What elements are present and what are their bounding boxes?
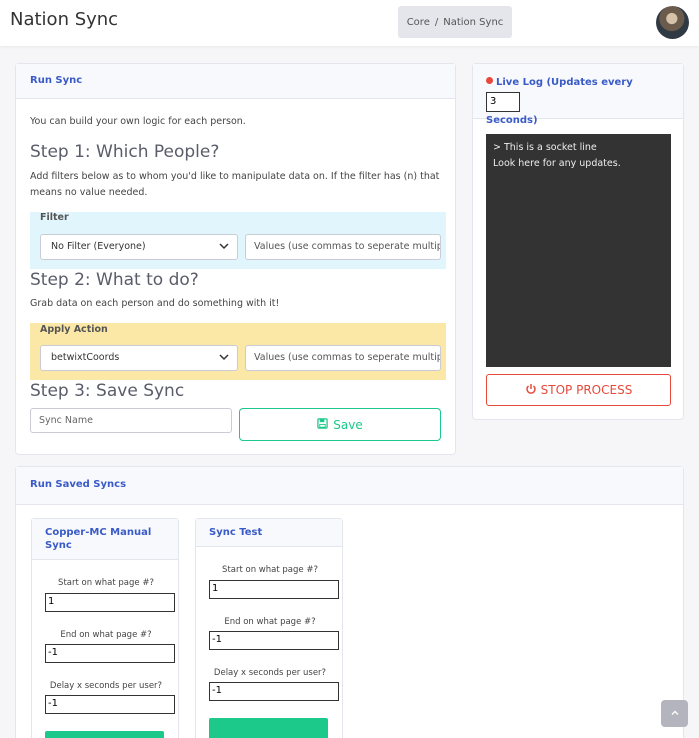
filter-select-value: No Filter (Everyone): [51, 241, 146, 252]
saved-sync-name: Copper-MC Manual Sync: [32, 519, 178, 560]
end-page-label: End on what page #?: [60, 630, 152, 640]
save-button-label: Save: [333, 417, 363, 432]
delay-label: Delay x seconds per user?: [49, 681, 163, 691]
top-bar: Nation Sync Core / Nation Sync: [0, 0, 699, 46]
breadcrumb-separator: /: [434, 16, 439, 28]
chevron-down-icon: [219, 353, 229, 364]
end-page-input[interactable]: -1: [209, 631, 339, 650]
breadcrumb-root[interactable]: Core: [407, 17, 430, 28]
stop-process-button[interactable]: STOP PROCESS: [486, 374, 671, 406]
end-page-input[interactable]: -1: [45, 644, 175, 663]
apply-action-label: Apply Action: [40, 324, 108, 335]
breadcrumb-current: Nation Sync: [443, 16, 504, 28]
run-sync-header: Run Sync: [16, 64, 455, 99]
step2-title: Step 2: What to do?: [30, 270, 199, 290]
start-page-input[interactable]: 1: [209, 580, 339, 599]
live-log-card: Live Log (Updates every 3 Seconds) > Thi…: [472, 63, 684, 420]
start-page-label: Start on what page #?: [58, 578, 154, 588]
app-title: Nation Sync: [10, 9, 119, 30]
sync-name-input[interactable]: Sync Name: [30, 408, 232, 433]
live-status-dot: [486, 77, 493, 84]
end-page-label: End on what page #?: [224, 617, 316, 627]
filter-select[interactable]: No Filter (Everyone): [40, 234, 238, 260]
saved-syncs-header: Run Saved Syncs: [16, 467, 683, 505]
action-select-value: betwixtCoords: [51, 352, 120, 363]
step3-title: Step 3: Save Sync: [30, 381, 185, 401]
update-interval-input[interactable]: 3: [486, 92, 520, 112]
action-values-input[interactable]: Values (use commas to seperate multiple): [245, 345, 441, 371]
log-line: > This is a socket line: [493, 142, 597, 153]
live-log-title-prefix: Live Log (Updates every: [496, 77, 633, 88]
delay-input[interactable]: -1: [209, 682, 339, 701]
filter-values-input[interactable]: Values (use commas to seperate multiple): [245, 234, 441, 260]
step2-description: Grab data on each person and do somethin…: [30, 298, 280, 309]
live-log-header: Live Log (Updates every 3 Seconds): [473, 64, 683, 126]
action-select[interactable]: betwixtCoords: [40, 345, 238, 371]
apply-action-box: Apply Action betwixtCoords Values (use c…: [30, 323, 446, 380]
start-page-input[interactable]: 1: [45, 593, 175, 612]
start-sync-button[interactable]: [209, 718, 328, 738]
saved-sync-card: Sync Test Start on what page #? 1 End on…: [195, 518, 343, 738]
log-line: Look here for any updates.: [493, 158, 621, 169]
save-icon: [317, 417, 328, 432]
run-sync-intro: You can build your own logic for each pe…: [30, 116, 246, 127]
log-output: > This is a socket line Look here for an…: [486, 134, 671, 367]
delay-input[interactable]: -1: [45, 695, 175, 714]
live-log-title-suffix: Seconds): [486, 115, 538, 126]
stop-process-label: STOP PROCESS: [540, 383, 633, 397]
scroll-to-top-button[interactable]: [661, 700, 688, 727]
saved-sync-name: Sync Test: [196, 519, 342, 547]
step1-description: Add filters below as to whom you'd like …: [30, 171, 440, 198]
start-sync-button[interactable]: [45, 731, 164, 738]
filter-label: Filter: [40, 212, 69, 223]
saved-sync-card: Copper-MC Manual Sync Start on what page…: [31, 518, 179, 738]
run-sync-card: Run Sync You can build your own logic fo…: [15, 63, 456, 455]
filter-box: Filter No Filter (Everyone) Values (use …: [30, 212, 446, 269]
breadcrumb: Core / Nation Sync: [398, 6, 512, 38]
delay-label: Delay x seconds per user?: [213, 668, 327, 678]
user-avatar[interactable]: [656, 6, 689, 39]
step1-title: Step 1: Which People?: [30, 142, 220, 162]
save-button[interactable]: Save: [239, 408, 441, 441]
saved-syncs-card: Run Saved Syncs Copper-MC Manual Sync St…: [15, 466, 684, 738]
power-icon: [525, 383, 537, 398]
chevron-up-icon: [671, 709, 679, 719]
chevron-down-icon: [219, 242, 229, 253]
start-page-label: Start on what page #?: [222, 565, 318, 575]
